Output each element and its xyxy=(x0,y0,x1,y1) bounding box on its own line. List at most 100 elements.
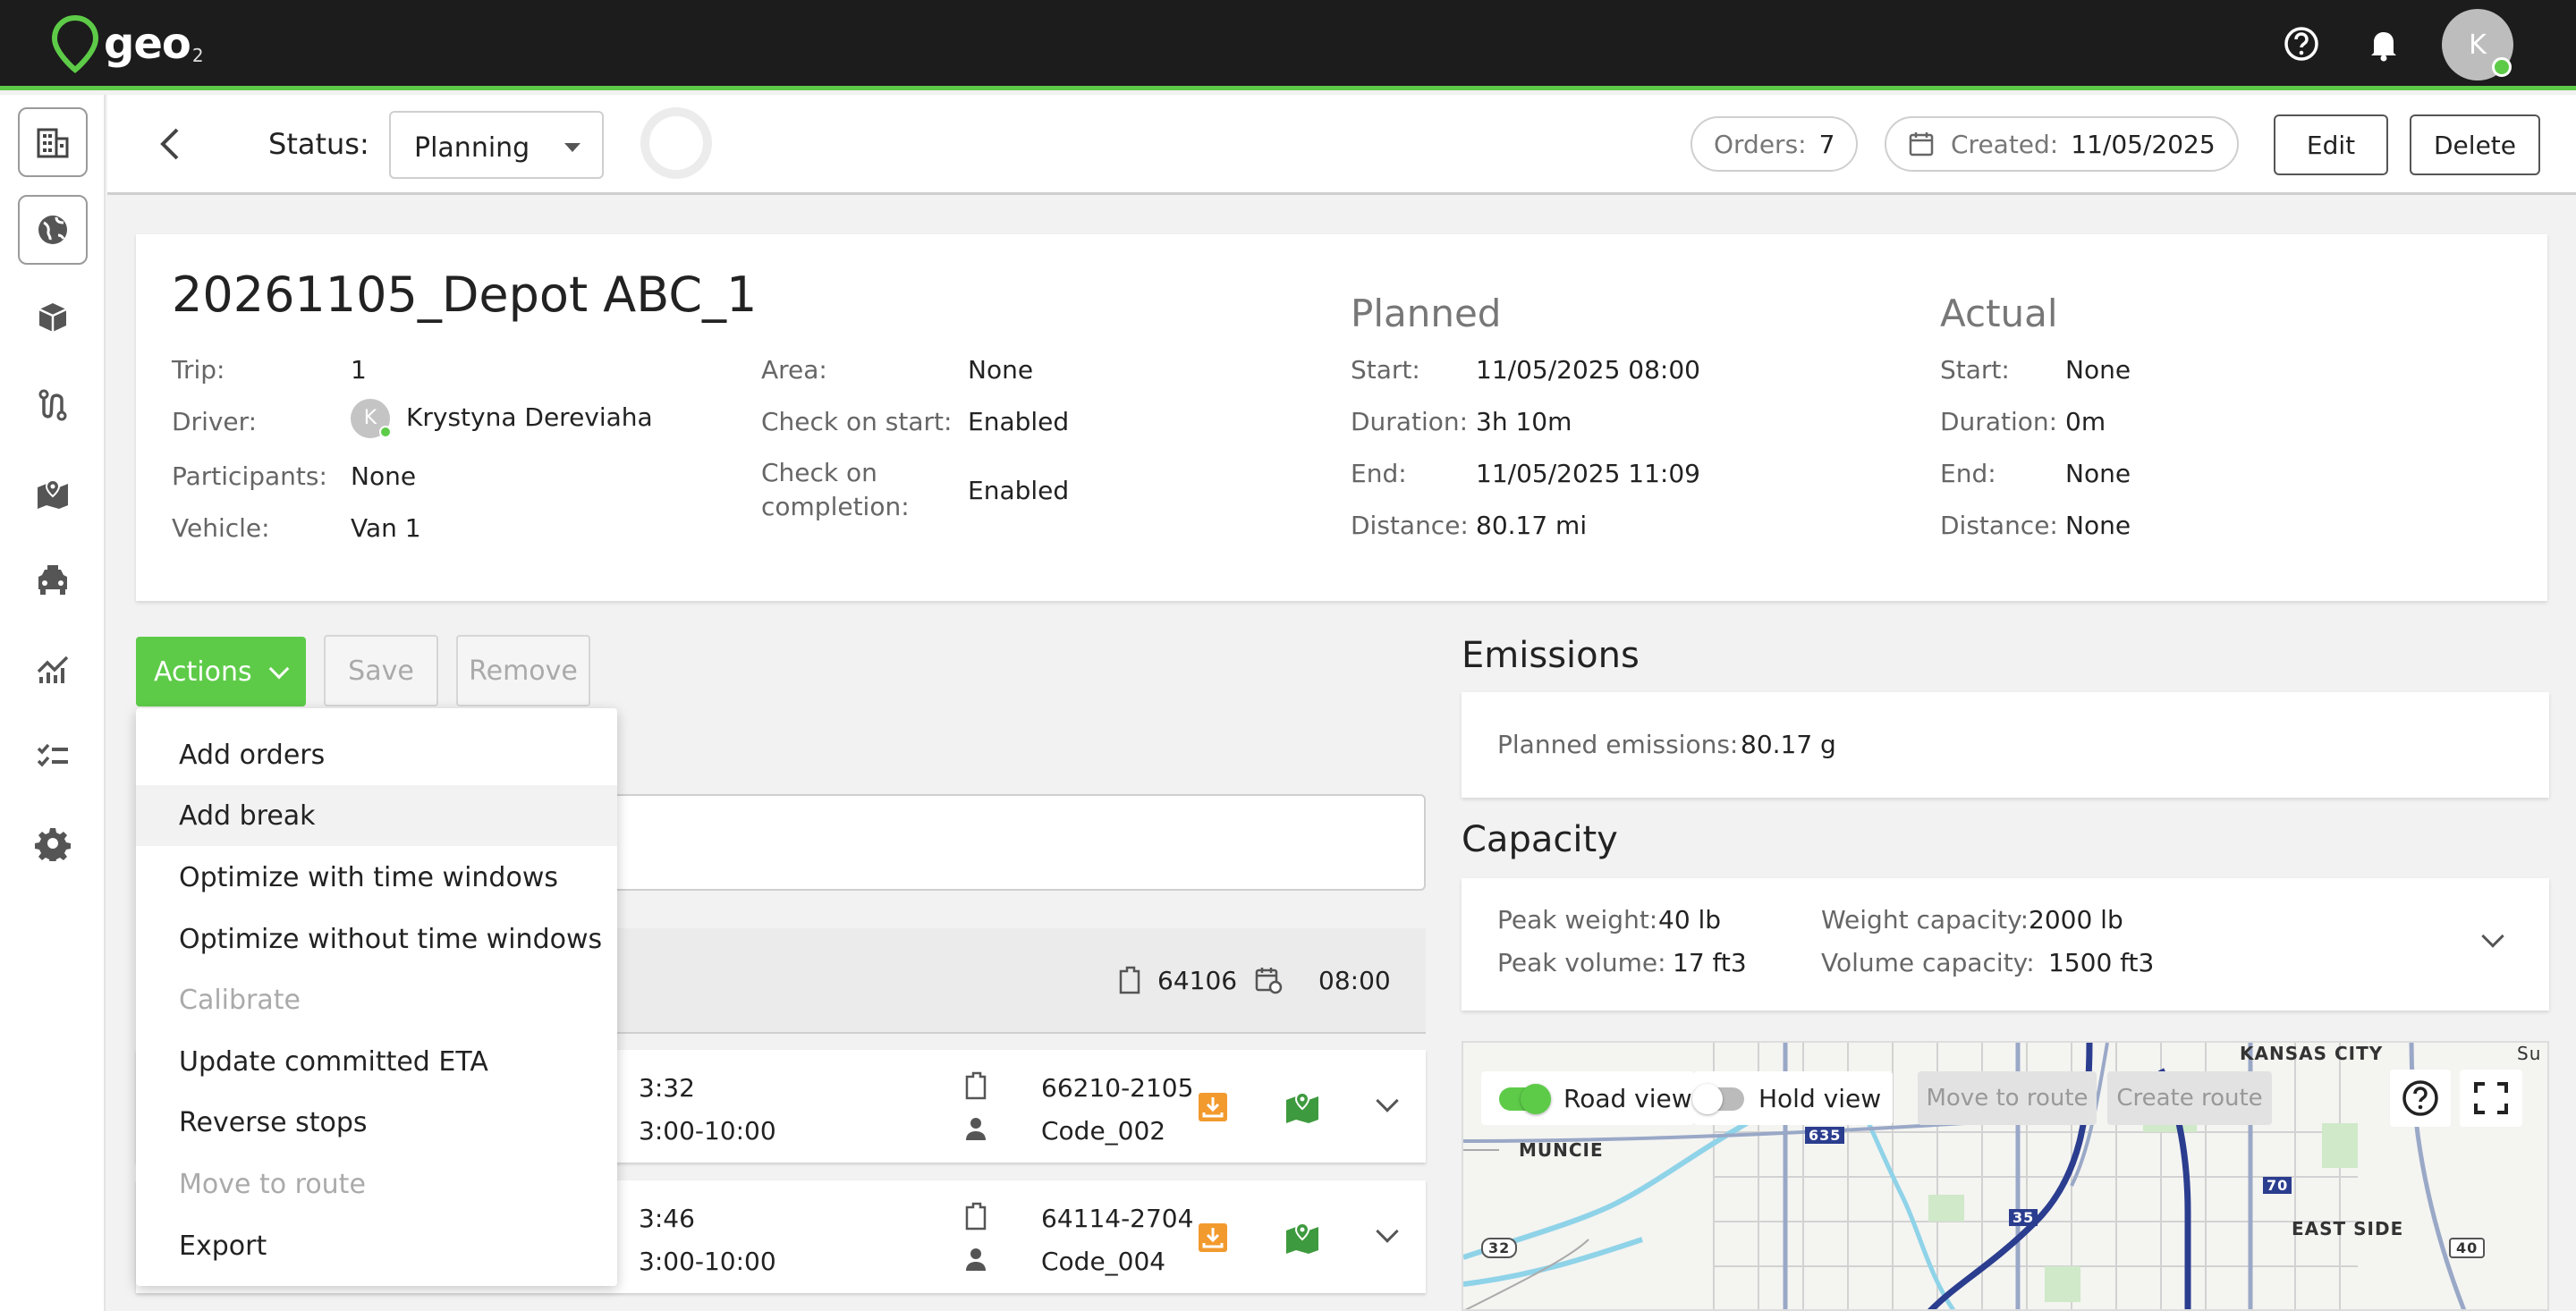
document-icon xyxy=(965,1071,987,1100)
planned-emissions-value: 80.17 g xyxy=(1741,730,1836,759)
planned-start-value: 11/05/2025 08:00 xyxy=(1476,355,1700,385)
menu-item-update-committed-eta[interactable]: Update committed ETA xyxy=(136,1031,617,1092)
participants-label: Participants: xyxy=(172,461,327,491)
road-view-toggle[interactable] xyxy=(1499,1084,1551,1114)
stop-eta: 3:46 xyxy=(639,1204,695,1233)
route-map[interactable]: KANSAS CITY Su MUNCIE EAST SIDE 635 70 3… xyxy=(1462,1041,2549,1311)
help-icon[interactable] xyxy=(2279,21,2324,66)
sidebar-item-globe[interactable] xyxy=(18,195,88,265)
actual-distance-label: Distance: xyxy=(1940,511,2058,540)
orders-value: 7 xyxy=(1818,129,1835,159)
orders-count-pill: Orders: 7 xyxy=(1690,116,1859,172)
peak-volume-label: Peak volume: xyxy=(1497,948,1666,977)
map-location-icon[interactable] xyxy=(1284,1222,1320,1254)
actions-dropdown-button[interactable]: Actions xyxy=(136,637,306,706)
sidebar-item-routes[interactable] xyxy=(18,370,88,440)
menu-item-export[interactable]: Export xyxy=(136,1215,617,1276)
highway-shield-635: 635 xyxy=(1805,1127,1845,1144)
stop-time-window: 3:00-10:00 xyxy=(639,1247,776,1276)
hold-view-toggle[interactable] xyxy=(1692,1084,1744,1114)
delete-button[interactable]: Delete xyxy=(2410,114,2540,175)
trip-value: 1 xyxy=(351,355,367,385)
user-avatar[interactable]: K xyxy=(2442,9,2513,80)
actual-duration-label: Duration: xyxy=(1940,407,2058,436)
menu-item-reverse-stops[interactable]: Reverse stops xyxy=(136,1092,617,1153)
driver-name: Krystyna Dereviaha xyxy=(406,402,653,432)
planned-duration-value: 3h 10m xyxy=(1476,407,1572,436)
vehicle-value: Van 1 xyxy=(351,513,421,543)
status-select[interactable]: Planning xyxy=(389,111,604,179)
route-icon xyxy=(38,389,67,421)
calendar-icon xyxy=(1909,132,1934,156)
trip-info-card: 20261105_Depot ABC_1 Trip: 1 Driver: K Kr… xyxy=(136,234,2547,601)
calendar-clock-icon xyxy=(1255,968,1283,994)
notifications-bell-icon[interactable] xyxy=(2361,21,2406,66)
sidebar-item-orders[interactable] xyxy=(18,283,88,352)
app-logo[interactable]: geo 2 xyxy=(50,13,204,75)
stop-eta: 3:32 xyxy=(639,1073,695,1103)
remove-button[interactable]: Remove xyxy=(456,635,590,706)
map-help-button[interactable] xyxy=(2390,1070,2451,1127)
driver-value: K Krystyna Dereviaha xyxy=(351,399,653,438)
check-on-completion-label-line1: Check on xyxy=(761,458,877,487)
actions-menu: Add orders Add break Optimize with time … xyxy=(136,708,617,1286)
sidebar-item-map[interactable] xyxy=(18,458,88,528)
expand-chevron-icon[interactable] xyxy=(1376,1220,1399,1243)
sidebar-item-vehicles[interactable] xyxy=(18,546,88,615)
expand-chevron-icon[interactable] xyxy=(1376,1089,1399,1112)
highway-shield-35: 35 xyxy=(2009,1209,2038,1226)
trip-label: Trip: xyxy=(172,355,225,385)
map-label-muncie: MUNCIE xyxy=(1519,1139,1604,1161)
sidebar-item-buildings[interactable] xyxy=(18,107,88,177)
map-location-icon[interactable] xyxy=(1284,1091,1320,1123)
move-to-route-button[interactable]: Move to route xyxy=(1918,1071,2097,1125)
planned-end-label: End: xyxy=(1351,459,1407,488)
edit-button[interactable]: Edit xyxy=(2274,114,2388,175)
planned-heading: Planned xyxy=(1351,292,1502,335)
menu-item-add-orders[interactable]: Add orders xyxy=(136,724,617,785)
checklist-icon xyxy=(37,743,68,767)
caret-down-icon xyxy=(564,143,580,152)
map-label-east-side: EAST SIDE xyxy=(2292,1218,2404,1239)
planned-distance-value: 80.17 mi xyxy=(1476,511,1588,540)
sidebar-item-settings[interactable] xyxy=(18,808,88,878)
status-select-value: Planning xyxy=(414,132,530,164)
highway-shield-70: 70 xyxy=(2263,1177,2292,1194)
sidebar xyxy=(0,95,106,1311)
person-icon xyxy=(966,1248,986,1271)
create-route-button[interactable]: Create route xyxy=(2107,1071,2272,1125)
save-button[interactable]: Save xyxy=(324,635,438,706)
menu-item-add-break[interactable]: Add break xyxy=(136,785,617,846)
capacity-expand-chevron-icon[interactable] xyxy=(2481,925,2504,948)
stop-zip: 64114-2704 xyxy=(1041,1204,1194,1233)
vehicle-label: Vehicle: xyxy=(172,513,270,543)
gear-icon xyxy=(35,828,71,861)
delivery-inbox-icon[interactable] xyxy=(1197,1222,1229,1254)
peak-weight-label: Peak weight: xyxy=(1497,905,1658,935)
map-fullscreen-button[interactable] xyxy=(2460,1070,2522,1127)
globe-icon xyxy=(38,216,67,244)
area-value: None xyxy=(968,355,1034,385)
status-label: Status: xyxy=(268,127,369,161)
delivery-inbox-icon[interactable] xyxy=(1197,1091,1229,1123)
planned-duration-label: Duration: xyxy=(1351,407,1469,436)
package-box-icon xyxy=(38,303,67,332)
capacity-heading: Capacity xyxy=(1462,819,1618,860)
menu-item-optimize-with-time-windows[interactable]: Optimize with time windows xyxy=(136,847,617,908)
stop-code: Code_004 xyxy=(1041,1247,1166,1276)
driver-label: Driver: xyxy=(172,407,258,436)
back-arrow-icon[interactable] xyxy=(152,124,188,164)
road-view-toggle-group: Road view xyxy=(1481,1071,1694,1125)
menu-item-optimize-without-time-windows[interactable]: Optimize without time windows xyxy=(136,909,617,969)
sidebar-item-analytics[interactable] xyxy=(18,633,88,703)
weight-capacity-value: 2000 lb xyxy=(2029,905,2123,935)
emissions-heading: Emissions xyxy=(1462,635,1640,676)
trip-status-bar: Status: Planning Orders: 7 Created: 11/05/… xyxy=(107,95,2576,195)
analytics-chart-icon xyxy=(37,656,69,683)
menu-item-calibrate[interactable]: Calibrate xyxy=(136,969,617,1030)
check-on-completion-value: Enabled xyxy=(968,476,1070,505)
menu-item-move-to-route[interactable]: Move to route xyxy=(136,1154,617,1214)
actual-heading: Actual xyxy=(1940,292,2058,335)
check-on-start-label: Check on start: xyxy=(761,407,953,436)
sidebar-item-tasks[interactable] xyxy=(18,721,88,791)
